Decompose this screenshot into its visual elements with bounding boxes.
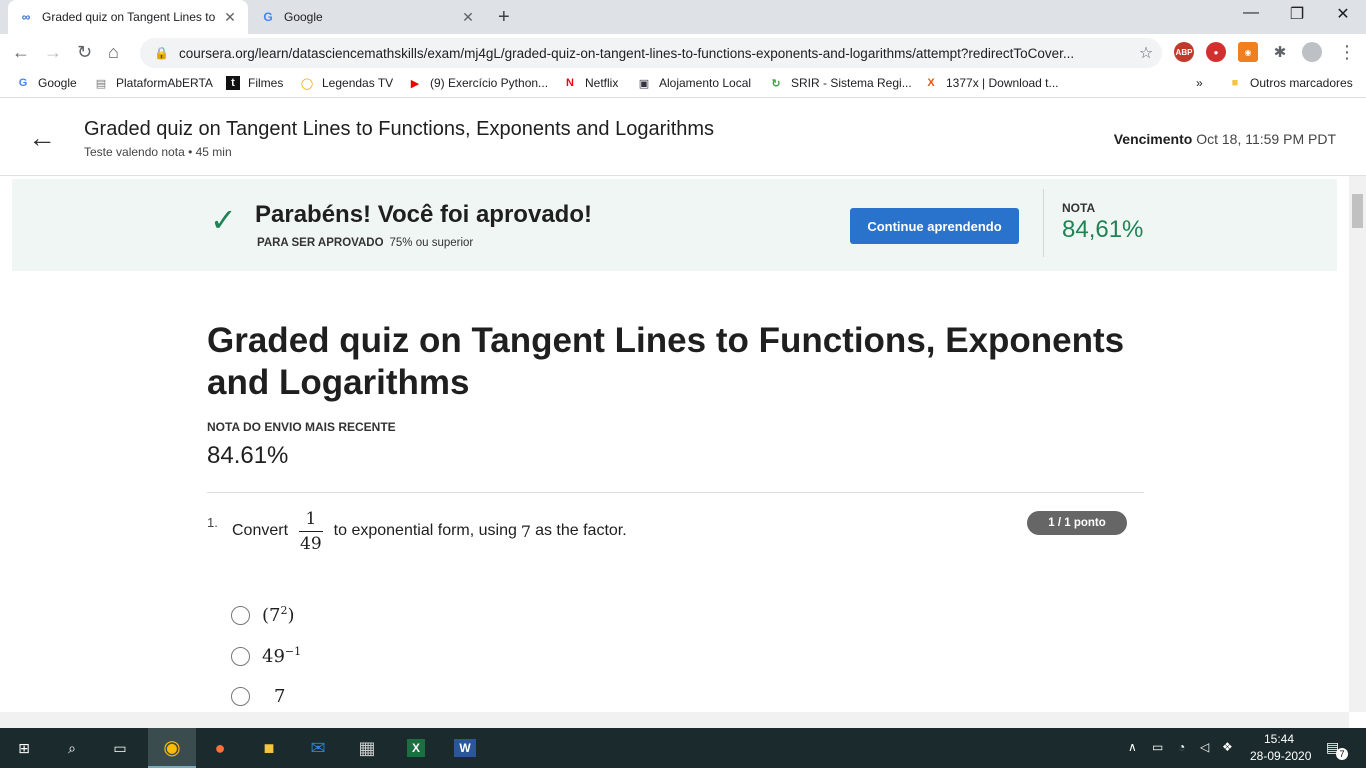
quiz-title: Graded quiz on Tangent Lines to Function…: [207, 321, 1125, 402]
radio-button[interactable]: [231, 646, 250, 666]
close-icon[interactable]: ✕: [222, 9, 238, 26]
minimize-button[interactable]: —: [1228, 4, 1274, 22]
vertical-scrollbar[interactable]: [1349, 176, 1366, 712]
header-subtitle: Teste valendo nota • 45 min: [84, 145, 232, 159]
bookmark-youtube[interactable]: ▶ (9) Exercício Python...: [408, 76, 548, 90]
filmes-icon: t: [226, 76, 240, 90]
horizontal-scrollbar[interactable]: [0, 712, 1349, 728]
back-icon[interactable]: ←: [12, 42, 30, 63]
pass-banner: ✓ Parabéns! Você foi aprovado! PARA SER …: [12, 179, 1337, 271]
google-icon: G: [263, 10, 273, 24]
bookmarks-overflow-chevron[interactable]: »: [1196, 76, 1203, 90]
home-icon[interactable]: ⌂: [108, 42, 119, 63]
new-tab-button[interactable]: +: [498, 6, 510, 29]
radio-button[interactable]: [231, 687, 250, 706]
bookmark-other-folder[interactable]: ■ Outros marcadores: [1228, 76, 1353, 90]
srir-icon: ↻: [771, 77, 781, 90]
points-badge: 1 / 1 ponto: [1027, 511, 1127, 535]
windows-start-icon[interactable]: ⊞: [10, 734, 38, 762]
bookmarks-bar: G Google ▤ PlataformAbERTA t Filmes ◯ Legend…: [0, 72, 1366, 98]
page-icon: ▣: [638, 77, 650, 90]
radio-button[interactable]: [231, 605, 250, 625]
dropbox-icon[interactable]: ❖: [1222, 740, 1233, 754]
back-arrow-icon[interactable]: ←: [28, 122, 56, 154]
bookmark-netflix[interactable]: N Netflix: [563, 76, 618, 90]
tab-title: Google: [284, 10, 323, 24]
volume-icon[interactable]: ◁: [1200, 740, 1209, 754]
fraction: 1 49: [298, 508, 323, 554]
tab-coursera[interactable]: ∞ Graded quiz on Tangent Lines to ✕: [8, 0, 248, 34]
grade-value: 84,61%: [1062, 216, 1144, 243]
quiz-header: ← Graded quiz on Tangent Lines to Functi…: [0, 98, 1366, 176]
task-view-icon[interactable]: ▭: [106, 734, 134, 762]
excel-icon[interactable]: X: [402, 734, 430, 762]
close-icon[interactable]: ✕: [460, 9, 476, 26]
bookmark-plataformaberta[interactable]: ▤ PlataformAbERTA: [94, 76, 213, 90]
bookmark-1377x[interactable]: X 1377x | Download t...: [924, 76, 1058, 90]
divider: [207, 492, 1144, 493]
continue-learning-button[interactable]: Continue aprendendo: [850, 208, 1019, 244]
profile-avatar-icon[interactable]: [1302, 42, 1322, 62]
answer-option[interactable]: (72): [231, 604, 295, 626]
google-icon: G: [18, 77, 28, 89]
bookmark-filmes[interactable]: t Filmes: [226, 76, 283, 90]
chrome-taskbar-icon[interactable]: ◉: [148, 728, 196, 768]
mail-icon[interactable]: ✉: [304, 734, 332, 762]
notification-count: 7: [1336, 748, 1348, 760]
question-number: 1.: [207, 515, 218, 530]
adblock-icon[interactable]: ABP: [1174, 42, 1194, 62]
extensions-puzzle-icon[interactable]: ✱: [1270, 42, 1290, 62]
ublock-icon[interactable]: ●: [1206, 42, 1226, 62]
file-explorer-icon[interactable]: ■: [255, 734, 283, 762]
bookmark-star-icon[interactable]: ☆: [1130, 43, 1162, 63]
reload-icon[interactable]: ↻: [77, 42, 92, 63]
due-date: Vencimento Oct 18, 11:59 PM PDT: [1113, 131, 1336, 147]
restore-button[interactable]: ❐: [1274, 4, 1320, 24]
clock-date[interactable]: 28-09-2020: [1250, 749, 1311, 763]
grade-label: NOTA: [1062, 201, 1096, 215]
question-text: Convert 1 49 to exponential form, using …: [232, 508, 627, 554]
bookmark-google[interactable]: G Google: [16, 76, 77, 90]
youtube-icon: ▶: [410, 77, 420, 90]
forward-icon[interactable]: →: [44, 42, 62, 63]
pass-message: Parabéns! Você foi aprovado!: [255, 201, 592, 228]
close-window-button[interactable]: ✕: [1320, 4, 1366, 24]
recent-grade-value: 84.61%: [207, 442, 289, 469]
answer-option[interactable]: 49−1: [231, 645, 301, 667]
menu-dots-icon[interactable]: ⋮: [1338, 42, 1356, 63]
scrollbar-thumb[interactable]: [1352, 194, 1363, 228]
rss-icon[interactable]: ◉: [1238, 42, 1258, 62]
tab-google[interactable]: G Google ✕: [250, 0, 486, 34]
search-icon[interactable]: ⌕: [58, 734, 86, 762]
checkmark-icon: ✓: [210, 202, 237, 238]
answer-option[interactable]: 7: [231, 686, 285, 707]
netflix-icon: N: [566, 77, 574, 89]
lock-icon: 🔒: [154, 46, 169, 60]
legendas-icon: ◯: [300, 77, 314, 90]
firefox-taskbar-icon[interactable]: ●: [206, 734, 234, 762]
bookmark-legendas[interactable]: ◯ Legendas TV: [300, 76, 393, 90]
x-icon: X: [927, 77, 935, 89]
wifi-icon[interactable]: ◔: [1178, 740, 1185, 754]
page-icon: ▤: [95, 77, 107, 90]
url-text: coursera.org/learn/datasciencemathskills…: [178, 45, 1075, 61]
battery-icon[interactable]: ▭: [1152, 740, 1163, 754]
address-bar[interactable]: 🔒 coursera.org/learn/datasciencemathskil…: [140, 38, 1162, 68]
bookmark-srir[interactable]: ↻ SRIR - Sistema Regi...: [769, 76, 911, 90]
tray-chevron-icon[interactable]: ∧: [1128, 740, 1137, 754]
clock-time[interactable]: 15:44: [1264, 732, 1294, 746]
header-title: Graded quiz on Tangent Lines to Function…: [84, 118, 715, 140]
browser-tab-strip: ∞ Graded quiz on Tangent Lines to ✕ G Go…: [0, 0, 1366, 34]
folder-icon: ■: [1231, 77, 1239, 89]
bookmark-alojamento[interactable]: ▣ Alojamento Local: [637, 76, 751, 90]
divider: [1043, 189, 1044, 257]
windows-taskbar: ⊞ ⌕ ▭ ◉ ● ■ ✉ ▦ X W ∧ ▭ ◔ ◁ ❖ 15:44 28-0…: [0, 728, 1366, 768]
tab-title: Graded quiz on Tangent Lines to: [42, 10, 216, 24]
coursera-icon: ∞: [21, 10, 31, 24]
pass-requirement: PARA SER APROVADO 75% ou superior: [257, 237, 474, 249]
calculator-icon[interactable]: ▦: [353, 734, 381, 762]
word-icon[interactable]: W: [451, 734, 479, 762]
browser-toolbar: ← → ↻ ⌂ 🔒 coursera.org/learn/datascience…: [0, 34, 1366, 72]
recent-grade-label: NOTA DO ENVIO MAIS RECENTE: [207, 420, 396, 434]
